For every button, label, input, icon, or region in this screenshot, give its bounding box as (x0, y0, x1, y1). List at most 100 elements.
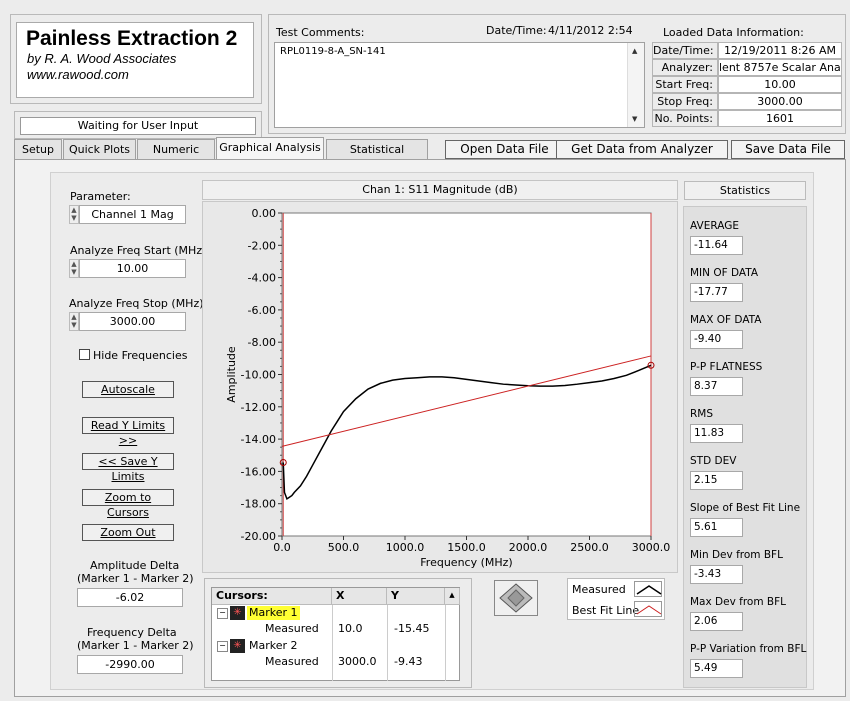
x-tick-label: 500.0 (328, 541, 360, 554)
cursors-table[interactable]: Cursors: X Y ▲ − ✳ Marker 1 Measured 10.… (211, 587, 460, 681)
statistics-title: Statistics (684, 181, 806, 200)
tab-setup[interactable]: Setup (14, 139, 62, 159)
autoscale-button[interactable]: Autoscale (82, 381, 174, 398)
comments-textarea[interactable]: RPL0119-8-A_SN-141 ▲ ▼ (274, 42, 645, 128)
y-tick-label: -14.00 (241, 433, 276, 446)
comments-scrollbar[interactable]: ▲ ▼ (627, 43, 644, 127)
stat-p-p-variation-from-bfl-label: P-P Variation from BFL (690, 643, 807, 655)
marker-2-name[interactable]: Marker 2 (247, 639, 300, 653)
parameter-label: Parameter: (70, 190, 131, 203)
frequency-delta-value: -2990.00 (77, 655, 183, 674)
stat-min-dev-from-bfl-value: -3.43 (690, 565, 743, 584)
read-y-limits-button[interactable]: Read Y Limits >> (82, 417, 174, 447)
stat-min-of-data-value: -17.77 (690, 283, 743, 302)
y-tick-label: -16.00 (241, 465, 276, 478)
cursor-scroll-header[interactable]: ▲ (445, 588, 460, 605)
parameter-select[interactable]: Channel 1 Mag (79, 205, 186, 224)
loaded-date-time-value: 12/19/2011 8:26 AM (718, 42, 842, 59)
comments-label: Test Comments: (276, 26, 365, 39)
legend-bestfit-label: Best Fit Line (572, 604, 640, 617)
y-tick-label: -6.00 (248, 304, 276, 317)
x-axis-label: Frequency (MHz) (420, 556, 512, 569)
plot-area (281, 212, 652, 537)
legend-measured-label: Measured (572, 583, 626, 596)
y-tick-label: -20.00 (241, 530, 276, 543)
freq-start-label: Analyze Freq Start (MHz) (70, 244, 207, 257)
marker-2-expand-icon[interactable]: − (217, 641, 228, 652)
cursors-header: Cursors: (212, 588, 332, 605)
y-tick-label: -8.00 (248, 336, 276, 349)
stat-rms-label: RMS (690, 408, 714, 420)
x-tick-label: 2000.0 (509, 541, 548, 554)
datetime-value: 4/11/2012 2:54 (548, 24, 633, 37)
app-logo: Painless Extraction 2 by R. A. Wood Asso… (16, 22, 254, 98)
hide-frequencies-label: Hide Frequencies (93, 349, 188, 362)
status-indicator: Waiting for User Input (20, 117, 256, 135)
freq-stop-input[interactable]: 3000.00 (79, 312, 186, 331)
y-tick-label: -4.00 (248, 272, 276, 285)
y-tick-label: -18.00 (241, 498, 276, 511)
marker-2-x: 3000.0 (338, 655, 377, 668)
scroll-up-icon[interactable]: ▲ (632, 47, 637, 55)
marker-1-x: 10.0 (338, 622, 363, 635)
loaded-stop-freq-value: 3000.00 (718, 93, 842, 110)
marker-1-expand-icon[interactable]: − (217, 608, 228, 619)
app-website: www.rawood.com (27, 67, 129, 82)
s11-magnitude-chart[interactable]: 0.00 -2.00 -4.00 -6.00 -8.00 -10.00 -12.00 -14.… (202, 201, 678, 573)
marker-1-icon: ✳ (230, 606, 245, 620)
frequency-delta-label: Frequency Delta (87, 626, 177, 639)
loaded-date-time-label: Date/Time: (652, 42, 718, 59)
freq-stop-spinner[interactable]: ▲ ▼ (69, 312, 79, 331)
hide-frequencies-checkbox[interactable] (79, 349, 90, 360)
tab-statistical-analysis[interactable]: Statistical Analysis (326, 139, 428, 175)
chart-title: Chan 1: S11 Magnitude (dB) (202, 180, 678, 200)
x-tick-label: 3000.0 (632, 541, 671, 554)
plot-legend: Measured Best Fit Line (567, 578, 665, 620)
cursor-y-header: Y (387, 588, 445, 605)
freq-start-spinner[interactable]: ▲ ▼ (69, 259, 79, 278)
freq-stop-label: Analyze Freq Stop (MHz) (69, 297, 204, 310)
loaded-num-points-value: 1601 (718, 110, 842, 127)
zoom-out-button[interactable]: Zoom Out (82, 524, 174, 541)
stat-min-dev-from-bfl-label: Min Dev from BFL (690, 549, 783, 561)
cursor-x-header: X (332, 588, 387, 605)
loaded-stop-freq-label: Stop Freq: (652, 93, 718, 110)
save-y-limits-button[interactable]: << Save Y Limits (82, 453, 174, 483)
stat-max-dev-from-bfl-label: Max Dev from BFL (690, 596, 787, 608)
stat-max-dev-from-bfl-value: 2.06 (690, 612, 743, 631)
marker-1-y: -15.45 (394, 622, 430, 635)
amplitude-delta-value: -6.02 (77, 588, 183, 607)
datetime-label: Date/Time: (486, 24, 547, 37)
stat-slope-of-best-fit-line-label: Slope of Best Fit Line (690, 502, 801, 514)
zoom-to-cursors-button[interactable]: Zoom to Cursors (82, 489, 174, 519)
diamond-move-icon[interactable] (495, 581, 537, 615)
marker-2-y: -9.43 (394, 655, 423, 668)
stat-p-p-variation-from-bfl-value: 5.49 (690, 659, 743, 678)
marker-2-icon: ✳ (230, 639, 245, 653)
stat-slope-of-best-fit-line-value: 5.61 (690, 518, 743, 537)
tab-graphical-analysis[interactable]: Graphical Analysis (216, 137, 324, 159)
get-data-from-analyzer-button[interactable]: Get Data from Analyzer (556, 140, 728, 159)
stat-std-dev-value: 2.15 (690, 471, 743, 490)
loaded-analyzer-label: Analyzer: (652, 59, 718, 76)
stat-max-of-data-value: -9.40 (690, 330, 743, 349)
tab-quick-plots[interactable]: Quick Plots (63, 139, 136, 159)
tab-numeric-data[interactable]: Numeric Data (137, 139, 215, 175)
x-tick-label: 2500.0 (570, 541, 609, 554)
save-data-file-button[interactable]: Save Data File (731, 140, 845, 159)
y-axis-label: Amplitude (225, 346, 238, 403)
legend-measured-swatch (634, 581, 662, 597)
app-byline: by R. A. Wood Associates (27, 51, 177, 66)
stat-average-value: -11.64 (690, 236, 743, 255)
marker-1-measured: Measured (265, 622, 319, 635)
freq-start-input[interactable]: 10.00 (79, 259, 186, 278)
x-tick-label: 1500.0 (447, 541, 486, 554)
marker-1-name[interactable]: Marker 1 (247, 606, 300, 620)
frequency-delta-sublabel: (Marker 1 - Marker 2) (77, 639, 194, 652)
stat-min-of-data-label: MIN OF DATA (690, 267, 759, 279)
cursor-move-pad[interactable] (494, 580, 538, 616)
scroll-down-icon[interactable]: ▼ (632, 115, 637, 123)
stat-p-p-flatness-value: 8.37 (690, 377, 743, 396)
open-data-file-button[interactable]: Open Data File (445, 140, 564, 159)
parameter-spinner[interactable]: ▲ ▼ (69, 205, 79, 224)
